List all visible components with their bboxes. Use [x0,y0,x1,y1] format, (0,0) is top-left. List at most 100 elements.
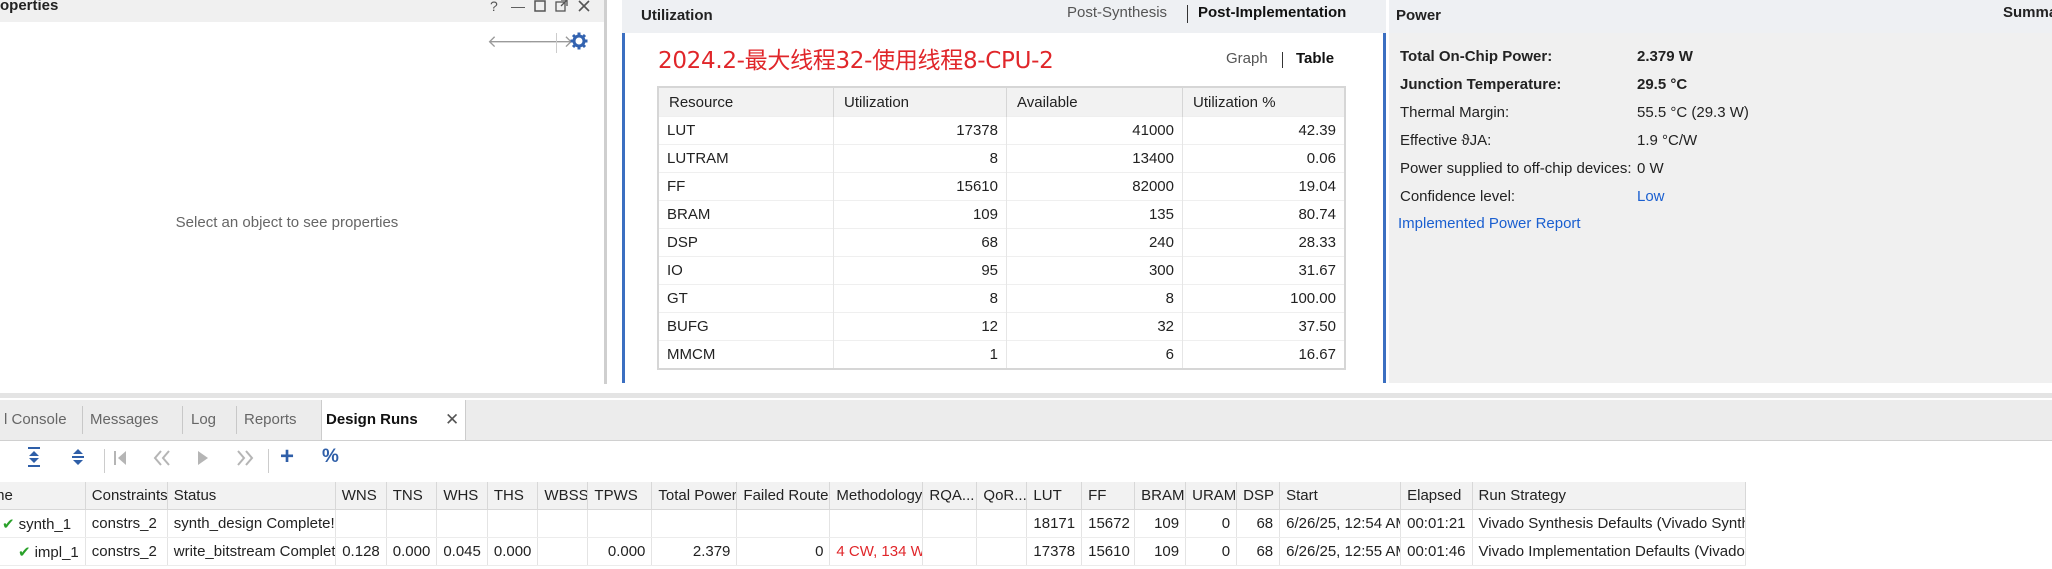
total-on-chip-power-value: 2.379 W [1637,48,1693,65]
add-icon[interactable]: + [280,443,294,471]
run-strategy-cell: Vivado Implementation Defaults (Vivado I… [1472,537,1746,566]
run-uram-cell: 0 [1185,509,1238,538]
pane-divider[interactable] [0,393,2052,398]
utilization-row-gt[interactable]: GT 8 8 100.00 [658,284,1346,313]
run-constraints-cell: constrs_2 [85,509,168,538]
runs-column-header[interactable]: LUT [1026,482,1083,510]
run-start-cell: 6/26/25, 12:54 AM [1279,509,1402,538]
tab-separator [82,406,83,434]
run-power-cell: 2.379 [651,537,738,566]
tab-log[interactable]: Log [187,400,231,440]
runs-column-header[interactable]: WNS [335,482,387,510]
runs-column-header[interactable]: URAM [1185,482,1238,510]
utilization-row-lut[interactable]: LUT 17378 41000 42.39 [658,116,1346,145]
utilization-row-lutram[interactable]: LUTRAM 8 13400 0.06 [658,144,1346,173]
gear-icon[interactable] [570,32,588,54]
view-tab-table[interactable]: Table [1296,50,1334,67]
utilization-row-mmcm[interactable]: MMCM 1 6 16.67 [658,340,1346,369]
tab-post-implementation[interactable]: Post-Implementation [1198,4,1346,21]
run-row-synth_1[interactable]: ✔ synth_1 constrs_2 synth_design Complete! 1… [0,509,1746,538]
view-tab-graph[interactable]: Graph [1226,50,1268,67]
tab-reports[interactable]: Reports [240,400,316,440]
utilization-row-io[interactable]: IO 95 300 31.67 [658,256,1346,285]
runs-column-header[interactable]: Status [167,482,336,510]
runs-column-header[interactable]: me [0,482,86,510]
run-row-impl_1[interactable]: ✔ impl_1 constrs_2 write_bitstream Complete… [0,537,1746,566]
column-header-utilization[interactable]: Utilization [833,87,1007,117]
runs-column-header[interactable]: Elapsed [1400,482,1473,510]
available-cell: 13400 [1006,144,1183,173]
runs-column-header[interactable]: WHS [436,482,488,510]
utilization-row-ff[interactable]: FF 15610 82000 19.04 [658,172,1346,201]
runs-column-header[interactable]: Total Power [651,482,738,510]
runs-column-header[interactable]: Constraints [85,482,168,510]
off-chip-power-label: Power supplied to off-chip devices: [1400,160,1632,177]
float-icon[interactable] [555,0,568,15]
toolbar-divider [556,33,557,53]
forward-arrow-icon[interactable]: 🡒 [528,32,574,52]
runs-column-header[interactable]: TNS [386,482,438,510]
confidence-level-link[interactable]: Low [1637,188,1665,205]
runs-column-header[interactable]: Start [1279,482,1402,510]
tab-tcl-console[interactable]: l Console [0,400,80,440]
run-failed-cell [736,509,831,538]
minimize-icon[interactable]: — [511,0,525,14]
resource-cell: BUFG [658,312,834,341]
summary-tab[interactable]: Summa [2003,4,2052,21]
next-icon[interactable] [235,449,255,473]
runs-column-header[interactable]: TPWS [587,482,653,510]
run-constraints-cell: constrs_2 [85,537,168,566]
back-arrow-icon[interactable]: 🡐 [487,32,533,52]
collapse-all-icon[interactable] [26,447,42,473]
available-cell: 135 [1006,200,1183,229]
tab-post-synthesis[interactable]: Post-Synthesis [1067,4,1167,21]
runs-column-header[interactable]: Run Strategy [1472,482,1746,510]
total-on-chip-power-label: Total On-Chip Power: [1400,48,1553,65]
run-wbss-cell [537,537,589,566]
available-cell: 8 [1006,284,1183,313]
runs-column-header[interactable]: FF [1081,482,1136,510]
close-icon[interactable] [578,0,590,15]
column-header-available[interactable]: Available [1006,87,1183,117]
runs-column-header[interactable]: Methodology [829,482,924,510]
runs-column-header[interactable]: BRAM [1134,482,1187,510]
expand-all-icon[interactable] [70,447,86,473]
utilization-percent-cell: 31.67 [1182,256,1346,285]
utilization-cell: 95 [833,256,1007,285]
close-tab-icon[interactable]: ✕ [445,410,459,430]
design-runs-table: meConstraintsStatusWNSTNSWHSTHSWBSSTPWST… [0,482,1746,566]
column-header-resource[interactable]: Resource [658,87,834,117]
thermal-margin-label: Thermal Margin: [1400,104,1510,121]
maximize-icon[interactable] [534,0,546,15]
run-lut-cell: 17378 [1026,537,1083,566]
first-icon[interactable] [112,449,128,473]
tab-separator [1187,5,1188,23]
column-header-utilization-percent[interactable]: Utilization % [1182,87,1346,117]
runs-column-header[interactable]: WBSS [537,482,589,510]
runs-column-header[interactable]: DSP [1236,482,1281,510]
runs-column-header[interactable]: THS [487,482,539,510]
available-cell: 41000 [1006,116,1183,145]
run-wns-cell [335,509,387,538]
previous-icon[interactable] [152,449,172,473]
resource-cell: GT [658,284,834,313]
run-failed-cell: 0 [736,537,831,566]
resource-cell: LUTRAM [658,144,834,173]
runs-column-header[interactable]: RQA... [922,482,978,510]
run-tpws-cell: 0.000 [587,537,653,566]
utilization-row-dsp[interactable]: DSP 68 240 28.33 [658,228,1346,257]
resource-cell: BRAM [658,200,834,229]
run-ths-cell: 0.000 [487,537,539,566]
available-cell: 300 [1006,256,1183,285]
help-icon[interactable]: ? [490,0,498,14]
runs-column-header[interactable]: Failed Routes [736,482,831,510]
implemented-power-report-link[interactable]: Implemented Power Report [1398,215,1581,232]
runs-column-header[interactable]: QoR... [976,482,1028,510]
utilization-row-bufg[interactable]: BUFG 12 32 37.50 [658,312,1346,341]
percent-icon[interactable]: % [322,446,339,468]
tab-messages[interactable]: Messages [86,400,178,440]
play-icon[interactable] [196,449,210,473]
effective-theta-ja-label: Effective ϑJA: [1400,132,1492,149]
utilization-row-bram[interactable]: BRAM 109 135 80.74 [658,200,1346,229]
effective-theta-ja-value: 1.9 °C/W [1637,132,1698,149]
